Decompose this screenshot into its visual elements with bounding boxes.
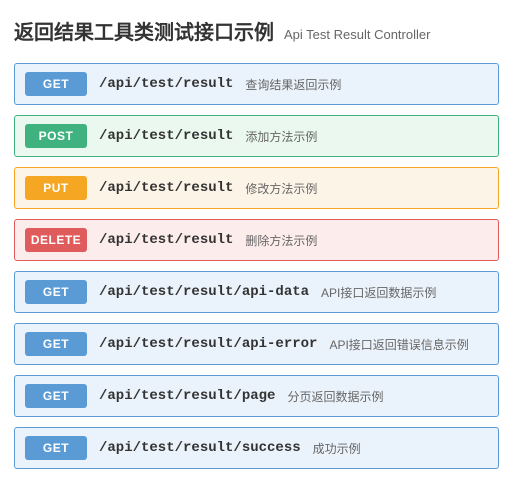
endpoint-path: /api/test/result/api-error [99,336,317,352]
method-badge: POST [25,124,87,148]
method-badge: GET [25,72,87,96]
page-subtitle: Api Test Result Controller [284,27,430,42]
endpoint-row[interactable]: DELETE/api/test/result 删除方法示例 [14,219,499,261]
endpoint-row[interactable]: GET/api/test/result 查询结果返回示例 [14,63,499,105]
endpoint-row[interactable]: GET/api/test/result/api-error API接口返回错误信息… [14,323,499,365]
page-header: 返回结果工具类测试接口示例 Api Test Result Controller [14,16,499,45]
endpoint-desc: 分页返回数据示例 [287,388,383,405]
method-badge: DELETE [25,228,87,252]
endpoint-path: /api/test/result [99,232,233,248]
endpoint-path: /api/test/result [99,128,233,144]
endpoint-path: /api/test/result/api-data [99,284,309,300]
endpoint-row[interactable]: PUT/api/test/result 修改方法示例 [14,167,499,209]
method-badge: GET [25,332,87,356]
method-badge: GET [25,280,87,304]
endpoint-desc: API接口返回数据示例 [321,284,436,301]
endpoint-desc: API接口返回错误信息示例 [329,336,468,353]
method-badge: GET [25,384,87,408]
endpoint-desc: 成功示例 [313,440,361,457]
endpoint-row[interactable]: POST/api/test/result 添加方法示例 [14,115,499,157]
endpoint-row[interactable]: GET/api/test/result/api-data API接口返回数据示例 [14,271,499,313]
endpoint-path: /api/test/result/page [99,388,275,404]
endpoint-row[interactable]: GET/api/test/result/page 分页返回数据示例 [14,375,499,417]
method-badge: PUT [25,176,87,200]
endpoint-desc: 添加方法示例 [245,128,317,145]
page-title: 返回结果工具类测试接口示例 [14,16,274,45]
method-badge: GET [25,436,87,460]
endpoint-desc: 修改方法示例 [245,180,317,197]
endpoint-path: /api/test/result/success [99,440,301,456]
endpoint-row[interactable]: GET/api/test/result/success 成功示例 [14,427,499,469]
endpoint-desc: 删除方法示例 [245,232,317,249]
endpoint-path: /api/test/result [99,180,233,196]
endpoint-path: /api/test/result [99,76,233,92]
endpoint-desc: 查询结果返回示例 [245,76,341,93]
endpoint-list: GET/api/test/result 查询结果返回示例 POST/api/test… [14,63,499,469]
